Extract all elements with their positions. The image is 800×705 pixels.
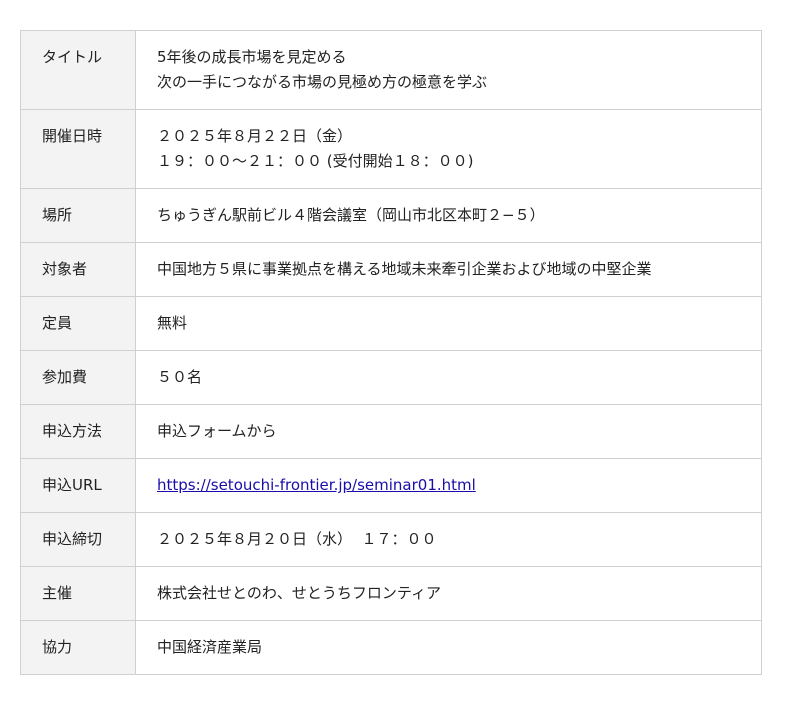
row-value: 株式会社せとのわ、せとうちフロンティア xyxy=(135,566,762,621)
date-line: ２０２５年８月２２日（金） xyxy=(157,127,353,145)
apply-url-link[interactable]: https://setouchi-frontier.jp/seminar01.h… xyxy=(157,473,761,498)
row-target: 対象者 中国地方５県に事業拠点を構える地域未来牽引企業および地域の中堅企業 xyxy=(20,242,762,297)
row-deadline: 申込締切 ２０２５年８月２０日（水） １７：００ xyxy=(20,512,762,567)
row-label: 場所 xyxy=(20,188,136,243)
row-value: 5年後の成長市場を見定める 次の一手につながる市場の見極め方の極意を学ぶ xyxy=(135,30,762,110)
row-label: 開催日時 xyxy=(20,109,136,189)
row-label: 申込方法 xyxy=(20,404,136,459)
row-value: ５０名 xyxy=(135,350,762,405)
row-label: 主催 xyxy=(20,566,136,621)
target-text: 中国地方５県に事業拠点を構える地域未来牽引企業および地域の中堅企業 xyxy=(157,260,652,278)
row-label: 申込URL xyxy=(20,458,136,513)
capacity-text: 無料 xyxy=(157,314,188,332)
row-label: 協力 xyxy=(20,620,136,675)
row-organizer: 主催 株式会社せとのわ、せとうちフロンティア xyxy=(20,566,762,621)
row-label: 定員 xyxy=(20,296,136,351)
row-fee: 参加費 ５０名 xyxy=(20,350,762,405)
row-value: ２０２５年８月２０日（水） １７：００ xyxy=(135,512,762,567)
row-value: ２０２５年８月２２日（金） １９：００～２１：００ (受付開始１８：００) xyxy=(135,109,762,189)
row-datetime: 開催日時 ２０２５年８月２２日（金） １９：００～２１：００ (受付開始１８：０… xyxy=(20,109,762,189)
row-capacity: 定員 無料 xyxy=(20,296,762,351)
apply-method-text: 申込フォームから xyxy=(157,422,277,440)
row-title: タイトル 5年後の成長市場を見定める 次の一手につながる市場の見極め方の極意を学… xyxy=(20,30,762,110)
row-apply-url: 申込URL https://setouchi-frontier.jp/semin… xyxy=(20,458,762,513)
row-cooperation: 協力 中国経済産業局 xyxy=(20,620,762,675)
row-venue: 場所 ちゅうぎん駅前ビル４階会議室（岡山市北区本町２−５） xyxy=(20,188,762,243)
event-info-table: タイトル 5年後の成長市場を見定める 次の一手につながる市場の見極め方の極意を学… xyxy=(20,30,762,675)
row-value: 中国地方５県に事業拠点を構える地域未来牽引企業および地域の中堅企業 xyxy=(135,242,762,297)
row-label: 参加費 xyxy=(20,350,136,405)
row-value: 申込フォームから xyxy=(135,404,762,459)
fee-text: ５０名 xyxy=(157,368,203,386)
deadline-text: ２０２５年８月２０日（水） １７：００ xyxy=(157,530,437,548)
title-line-2: 次の一手につながる市場の見極め方の極意を学ぶ xyxy=(157,73,488,91)
row-label: 申込締切 xyxy=(20,512,136,567)
row-value: https://setouchi-frontier.jp/seminar01.h… xyxy=(135,458,762,513)
cooperation-text: 中国経済産業局 xyxy=(157,638,263,656)
time-line: １９：００～２１：００ (受付開始１８：００) xyxy=(157,152,474,170)
row-label: タイトル xyxy=(20,30,136,110)
title-line-1: 5年後の成長市場を見定める xyxy=(157,48,347,66)
row-apply-method: 申込方法 申込フォームから xyxy=(20,404,762,459)
organizer-text: 株式会社せとのわ、せとうちフロンティア xyxy=(157,584,441,602)
row-value: ちゅうぎん駅前ビル４階会議室（岡山市北区本町２−５） xyxy=(135,188,762,243)
row-value: 中国経済産業局 xyxy=(135,620,762,675)
row-label: 対象者 xyxy=(20,242,136,297)
venue-text: ちゅうぎん駅前ビル４階会議室（岡山市北区本町２−５） xyxy=(157,206,545,224)
row-value: 無料 xyxy=(135,296,762,351)
